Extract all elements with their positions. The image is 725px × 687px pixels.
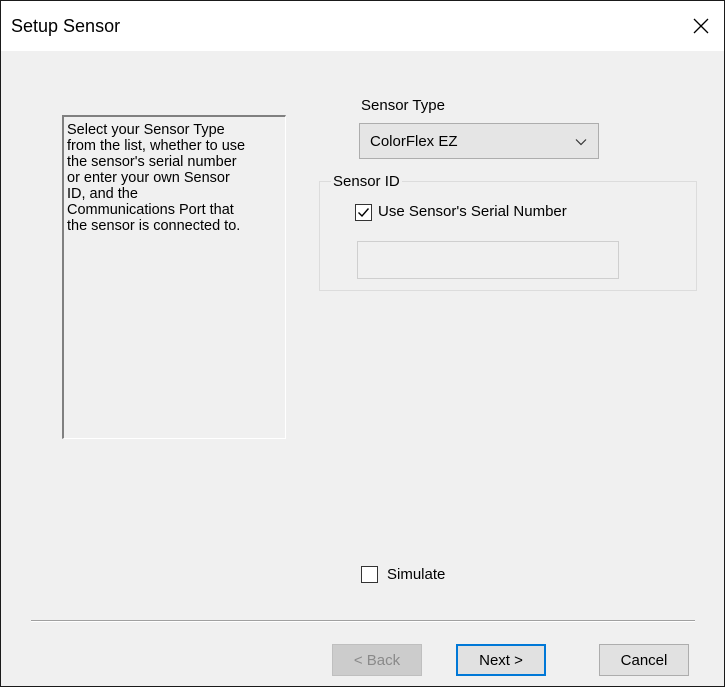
back-button[interactable]: < Back xyxy=(332,644,422,676)
window-title: Setup Sensor xyxy=(11,16,121,36)
simulate-checkbox[interactable] xyxy=(361,566,378,583)
close-icon xyxy=(693,18,709,34)
sensor-id-input[interactable] xyxy=(357,241,619,279)
use-serial-label[interactable]: Use Sensor's Serial Number xyxy=(378,203,567,220)
next-button[interactable]: Next > xyxy=(456,644,546,676)
sensor-id-group-label: Sensor ID xyxy=(331,173,402,190)
title-bar: Setup Sensor xyxy=(1,1,724,51)
checkmark-icon xyxy=(358,208,370,218)
chevron-down-icon xyxy=(575,139,587,146)
sensor-type-dropdown[interactable]: ColorFlex EZ xyxy=(359,123,599,159)
sensor-type-label: Sensor Type xyxy=(361,97,445,114)
close-button[interactable] xyxy=(678,1,724,51)
simulate-label[interactable]: Simulate xyxy=(387,566,445,583)
footer-separator xyxy=(31,620,695,622)
use-serial-checkbox[interactable] xyxy=(355,204,372,221)
sensor-type-value: ColorFlex EZ xyxy=(370,132,458,150)
cancel-button[interactable]: Cancel xyxy=(599,644,689,676)
instructions-panel: Select your Sensor Type from the list, w… xyxy=(62,115,286,439)
setup-sensor-dialog: Setup Sensor Select your Sensor Type fro… xyxy=(0,0,725,687)
